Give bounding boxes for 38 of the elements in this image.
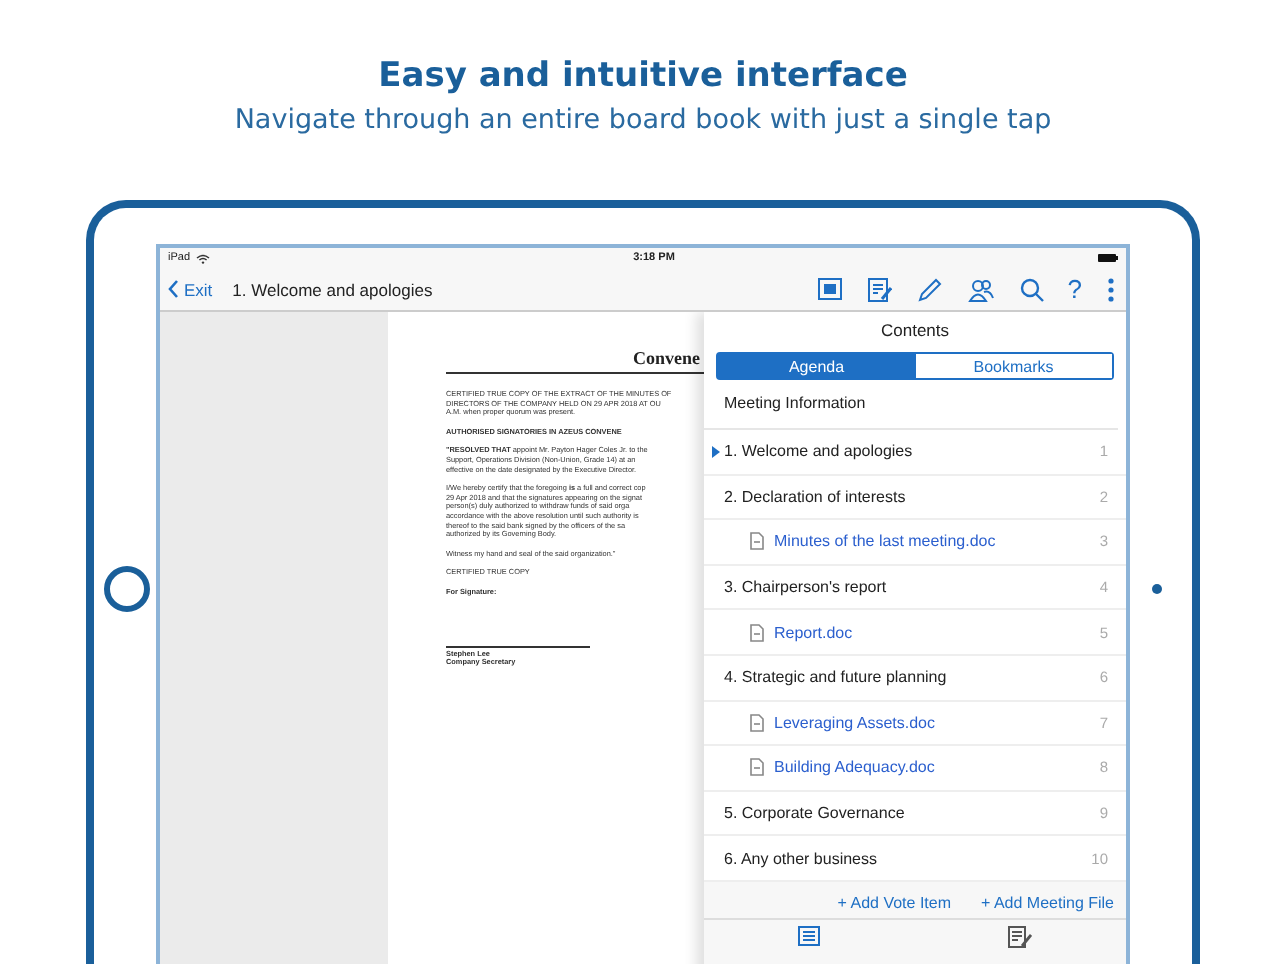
document-icon bbox=[750, 758, 764, 777]
battery-icon bbox=[1098, 254, 1118, 262]
agenda-item[interactable]: 5. Corporate Governance bbox=[724, 804, 905, 823]
document-icon bbox=[750, 623, 764, 642]
chevron-left-icon bbox=[168, 280, 178, 298]
agenda-item[interactable]: 6. Any other business bbox=[724, 849, 877, 868]
agenda-item[interactable]: 4. Strategic and future planning bbox=[724, 668, 947, 687]
panel-title: Contents bbox=[878, 318, 952, 344]
more-icon[interactable] bbox=[1108, 277, 1114, 301]
camera-dot bbox=[1152, 583, 1162, 593]
note-edit-icon[interactable] bbox=[867, 277, 892, 301]
add-link[interactable]: + Add Meeting File bbox=[981, 893, 1114, 918]
people-icon[interactable] bbox=[967, 277, 994, 301]
file-link[interactable]: Leveraging Assets.doc bbox=[774, 713, 935, 732]
agenda-item[interactable]: 1. Welcome and apologies bbox=[724, 442, 913, 461]
page-title: 1. Welcome and apologies bbox=[232, 279, 433, 299]
agenda-item[interactable]: 3. Chairperson's report bbox=[724, 578, 887, 597]
help-button[interactable]: ? bbox=[1067, 276, 1082, 302]
document-icon bbox=[750, 532, 764, 551]
pencil-icon[interactable] bbox=[917, 277, 942, 301]
back-button[interactable]: Exit bbox=[168, 279, 213, 299]
search-icon[interactable] bbox=[1019, 277, 1044, 301]
file-link[interactable]: Minutes of the last meeting.doc bbox=[774, 532, 996, 551]
add-link[interactable]: + Add Vote Item bbox=[837, 893, 952, 918]
segment-tab[interactable]: Agenda bbox=[718, 354, 915, 378]
subheadline: Navigate through an entire board book with just a single tap bbox=[234, 102, 1052, 140]
note-edit-icon[interactable] bbox=[1008, 925, 1033, 948]
home-button[interactable] bbox=[104, 565, 150, 611]
file-link[interactable]: Report.doc bbox=[774, 623, 853, 642]
headline: Easy and intuitive interface bbox=[378, 54, 908, 98]
file-link[interactable]: Building Adequacy.doc bbox=[774, 758, 935, 777]
list-icon[interactable] bbox=[798, 925, 821, 946]
wifi-icon bbox=[196, 253, 211, 263]
agenda-item[interactable]: 2. Declaration of interests bbox=[724, 487, 906, 506]
section-label: Meeting Information bbox=[704, 380, 1118, 430]
contents-icon[interactable] bbox=[817, 278, 842, 300]
document-title: Convene bbox=[631, 348, 702, 368]
document-icon bbox=[750, 713, 764, 732]
